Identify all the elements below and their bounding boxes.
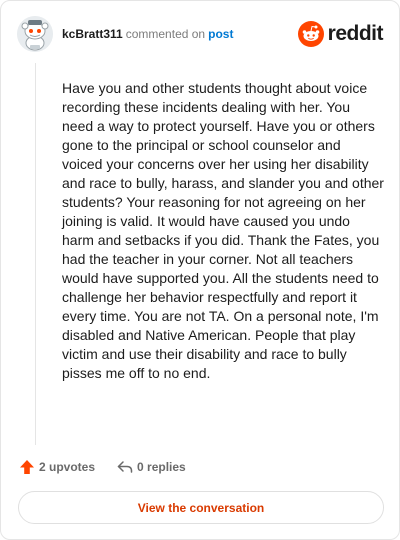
reply-count: 0 replies [137,460,186,474]
comment-author-username[interactable]: kcBratt311 [62,27,123,41]
user-avatar[interactable] [17,16,53,52]
view-conversation-button[interactable]: View the conversation [18,491,384,524]
reddit-brand[interactable]: reddit [297,21,384,47]
reddit-wordmark: reddit [327,22,384,45]
comment-byline: kcBratt311 commented on post [62,26,233,42]
comment-header: kcBratt311 commented on post [17,16,233,52]
reply-arrow-icon [117,461,133,473]
post-link[interactable]: post [208,27,233,41]
replies-button[interactable]: 0 replies [117,459,186,475]
thread-line [35,63,36,445]
comment-body: Have you and other students thought abou… [62,80,384,381]
upvote-count: 2 upvotes [39,460,96,474]
comment-embed-card: kcBratt311 commented on post reddit Have y… [0,0,400,540]
comment-action-text: commented on [125,27,206,41]
comment-actions: 2 upvotes 0 replies [19,457,186,477]
upvote-arrow-icon [20,460,34,474]
reddit-logo-icon [297,21,324,47]
upvote-button[interactable]: 2 upvotes [19,459,95,475]
snoo-avatar-icon [17,16,53,52]
